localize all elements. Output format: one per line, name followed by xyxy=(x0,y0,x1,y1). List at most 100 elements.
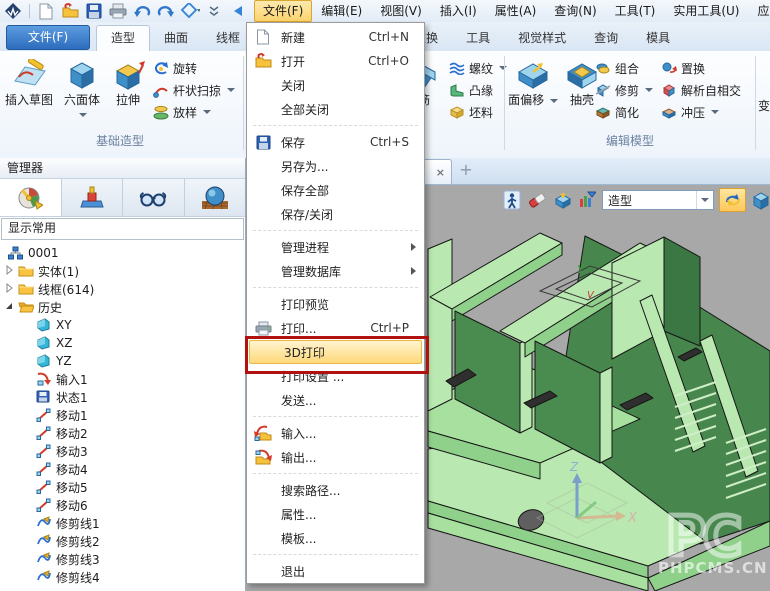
tree-item-move3[interactable]: 移动3 xyxy=(0,442,245,460)
menu-item-template[interactable]: 模板... xyxy=(247,526,424,550)
display-filter-icon[interactable] xyxy=(577,190,597,210)
revolve-button[interactable]: 旋转 xyxy=(152,57,244,79)
rod-sweep-dropdown-arrow[interactable] xyxy=(227,88,235,92)
tab-tools[interactable]: 工具 xyxy=(452,25,504,51)
menu-item-import[interactable]: 输入... xyxy=(247,421,424,445)
visual-style-dropdown[interactable]: 造型 xyxy=(602,190,714,210)
tree-item-trimcurve2[interactable]: 修剪线2 xyxy=(0,532,245,550)
tab-mold[interactable]: 模具 xyxy=(632,25,684,51)
show-target-icon[interactable] xyxy=(552,190,572,210)
loft-dropdown-arrow[interactable] xyxy=(203,110,211,114)
print-button[interactable] xyxy=(108,2,128,20)
menu-item-manage-session[interactable]: 管理进程 xyxy=(247,235,424,259)
trim-button[interactable]: 修剪 xyxy=(594,79,656,101)
menu-item-close[interactable]: 关闭 xyxy=(247,73,424,97)
tree-item-move1[interactable]: 移动1 xyxy=(0,406,245,424)
face-offset-dropdown-arrow[interactable] xyxy=(550,99,558,103)
expander-expanded-icon[interactable] xyxy=(4,301,16,313)
open-file-button[interactable] xyxy=(60,2,80,20)
menu-item-manage-database[interactable]: 管理数据库 xyxy=(247,259,424,283)
manager-tab-render[interactable] xyxy=(185,179,246,216)
menu-file[interactable]: 文件(F) xyxy=(254,0,312,22)
menu-item-close-all[interactable]: 全部关闭 xyxy=(247,97,424,121)
replace-button[interactable]: 置换 xyxy=(660,57,754,79)
view-orientation-button[interactable] xyxy=(180,2,200,20)
close-tab-icon[interactable]: × xyxy=(436,166,445,179)
trim-dropdown-arrow[interactable] xyxy=(645,88,653,92)
save-button[interactable] xyxy=(84,2,104,20)
combine-button[interactable]: 组合 xyxy=(594,57,656,79)
tree-filter-header[interactable]: 显示常用 xyxy=(1,218,244,240)
menu-inquire[interactable]: 查询(N) xyxy=(545,0,605,22)
view-orientation-toggle-button[interactable] xyxy=(719,188,746,212)
move-feature-icon xyxy=(36,444,52,458)
menu-item-search-path[interactable]: 搜索路径... xyxy=(247,478,424,502)
tree-item-move6[interactable]: 移动6 xyxy=(0,496,245,514)
box-button[interactable]: 六面体 xyxy=(58,56,106,121)
tree-item-trimcurve1[interactable]: 修剪线1 xyxy=(0,514,245,532)
tree-item-wireframe[interactable]: 线框(614) xyxy=(0,280,245,298)
isometric-cube-icon[interactable] xyxy=(751,190,770,210)
menu-item-send[interactable]: 发送... xyxy=(247,388,424,412)
extrude-button[interactable]: 拉伸 xyxy=(106,56,150,107)
tree-item-state1[interactable]: 状态1 xyxy=(0,388,245,406)
tree-item-move2[interactable]: 移动2 xyxy=(0,424,245,442)
menu-item-print-preview[interactable]: 打印预览 xyxy=(247,292,424,316)
tree-item-plane-yz[interactable]: YZ xyxy=(0,352,245,370)
insert-sketch-button[interactable]: 插入草图 xyxy=(2,56,56,107)
manager-tab-history-stamp[interactable] xyxy=(62,179,124,216)
punch-dropdown-arrow[interactable] xyxy=(711,110,719,114)
tab-surface[interactable]: 曲面 xyxy=(150,25,202,51)
menu-view[interactable]: 视图(V) xyxy=(371,0,431,22)
menu-item-open[interactable]: 打开Ctrl+O xyxy=(247,49,424,73)
rod-sweep-button[interactable]: 杆状扫掠 xyxy=(152,79,244,101)
menu-item-exit[interactable]: 退出 xyxy=(247,559,424,583)
box-dropdown-arrow[interactable] xyxy=(79,113,87,117)
menu-insert[interactable]: 插入(I) xyxy=(431,0,486,22)
simplify-button[interactable]: 简化 xyxy=(594,101,656,123)
tree-item-trimcurve4[interactable]: 修剪线4 xyxy=(0,568,245,586)
menu-item-save-all[interactable]: 保存全部 xyxy=(247,178,424,202)
tree-item-plane-xy[interactable]: XY xyxy=(0,316,245,334)
menu-applications[interactable]: 应用(P) xyxy=(749,0,770,22)
tab-shape[interactable]: 造型 xyxy=(96,25,150,51)
redo-button[interactable] xyxy=(156,2,176,20)
collapse-panel-icon[interactable] xyxy=(228,2,248,20)
loft-button[interactable]: 放样 xyxy=(152,101,244,123)
menu-item-save[interactable]: 保存Ctrl+S xyxy=(247,130,424,154)
eraser-icon[interactable] xyxy=(527,190,547,210)
new-tab-button[interactable]: + xyxy=(456,160,476,180)
menu-item-save-as[interactable]: 另存为... xyxy=(247,154,424,178)
menu-item-new[interactable]: 新建Ctrl+N xyxy=(247,25,424,49)
customize-toolbar-button[interactable] xyxy=(204,2,224,20)
tab-inquire[interactable]: 查询 xyxy=(580,25,632,51)
tab-visual-style[interactable]: 视觉样式 xyxy=(504,25,580,51)
menu-item-export[interactable]: 输出... xyxy=(247,445,424,469)
menu-tools[interactable]: 工具(T) xyxy=(606,0,665,22)
tree-item-plane-xz[interactable]: XZ xyxy=(0,334,245,352)
menu-item-properties[interactable]: 属性... xyxy=(247,502,424,526)
undo-button[interactable] xyxy=(132,2,152,20)
menu-attributes[interactable]: 属性(A) xyxy=(486,0,546,22)
tree-item-trimcurve3[interactable]: 修剪线3 xyxy=(0,550,245,568)
tree-item-move4[interactable]: 移动4 xyxy=(0,460,245,478)
chevron-down-icon[interactable] xyxy=(696,191,713,209)
manager-tab-display[interactable] xyxy=(0,179,62,216)
manager-tab-visibility[interactable] xyxy=(123,179,185,216)
tree-item-move5[interactable]: 移动5 xyxy=(0,478,245,496)
ribbon-file-button[interactable]: 文件(F) xyxy=(6,25,90,50)
menu-edit[interactable]: 编辑(E) xyxy=(312,0,371,22)
tree-item-import1[interactable]: 输入1 xyxy=(0,370,245,388)
menu-item-save-close[interactable]: 保存/关闭 xyxy=(247,202,424,226)
resolve-self-intersection-button[interactable]: 解析自相交 xyxy=(660,79,754,101)
face-offset-button[interactable]: 面偏移 xyxy=(508,56,558,107)
expander-collapsed-icon[interactable] xyxy=(4,283,16,295)
punch-button[interactable]: 冲压 xyxy=(660,101,754,123)
tree-item-history[interactable]: 历史 xyxy=(0,298,245,316)
new-document-button[interactable] xyxy=(36,2,56,20)
walkthrough-icon[interactable] xyxy=(502,190,522,210)
expander-collapsed-icon[interactable] xyxy=(4,265,16,277)
menu-utilities[interactable]: 实用工具(U) xyxy=(664,0,748,22)
tree-item-solids[interactable]: 实体(1) xyxy=(0,262,245,280)
tree-item-root[interactable]: 0001 xyxy=(0,244,245,262)
